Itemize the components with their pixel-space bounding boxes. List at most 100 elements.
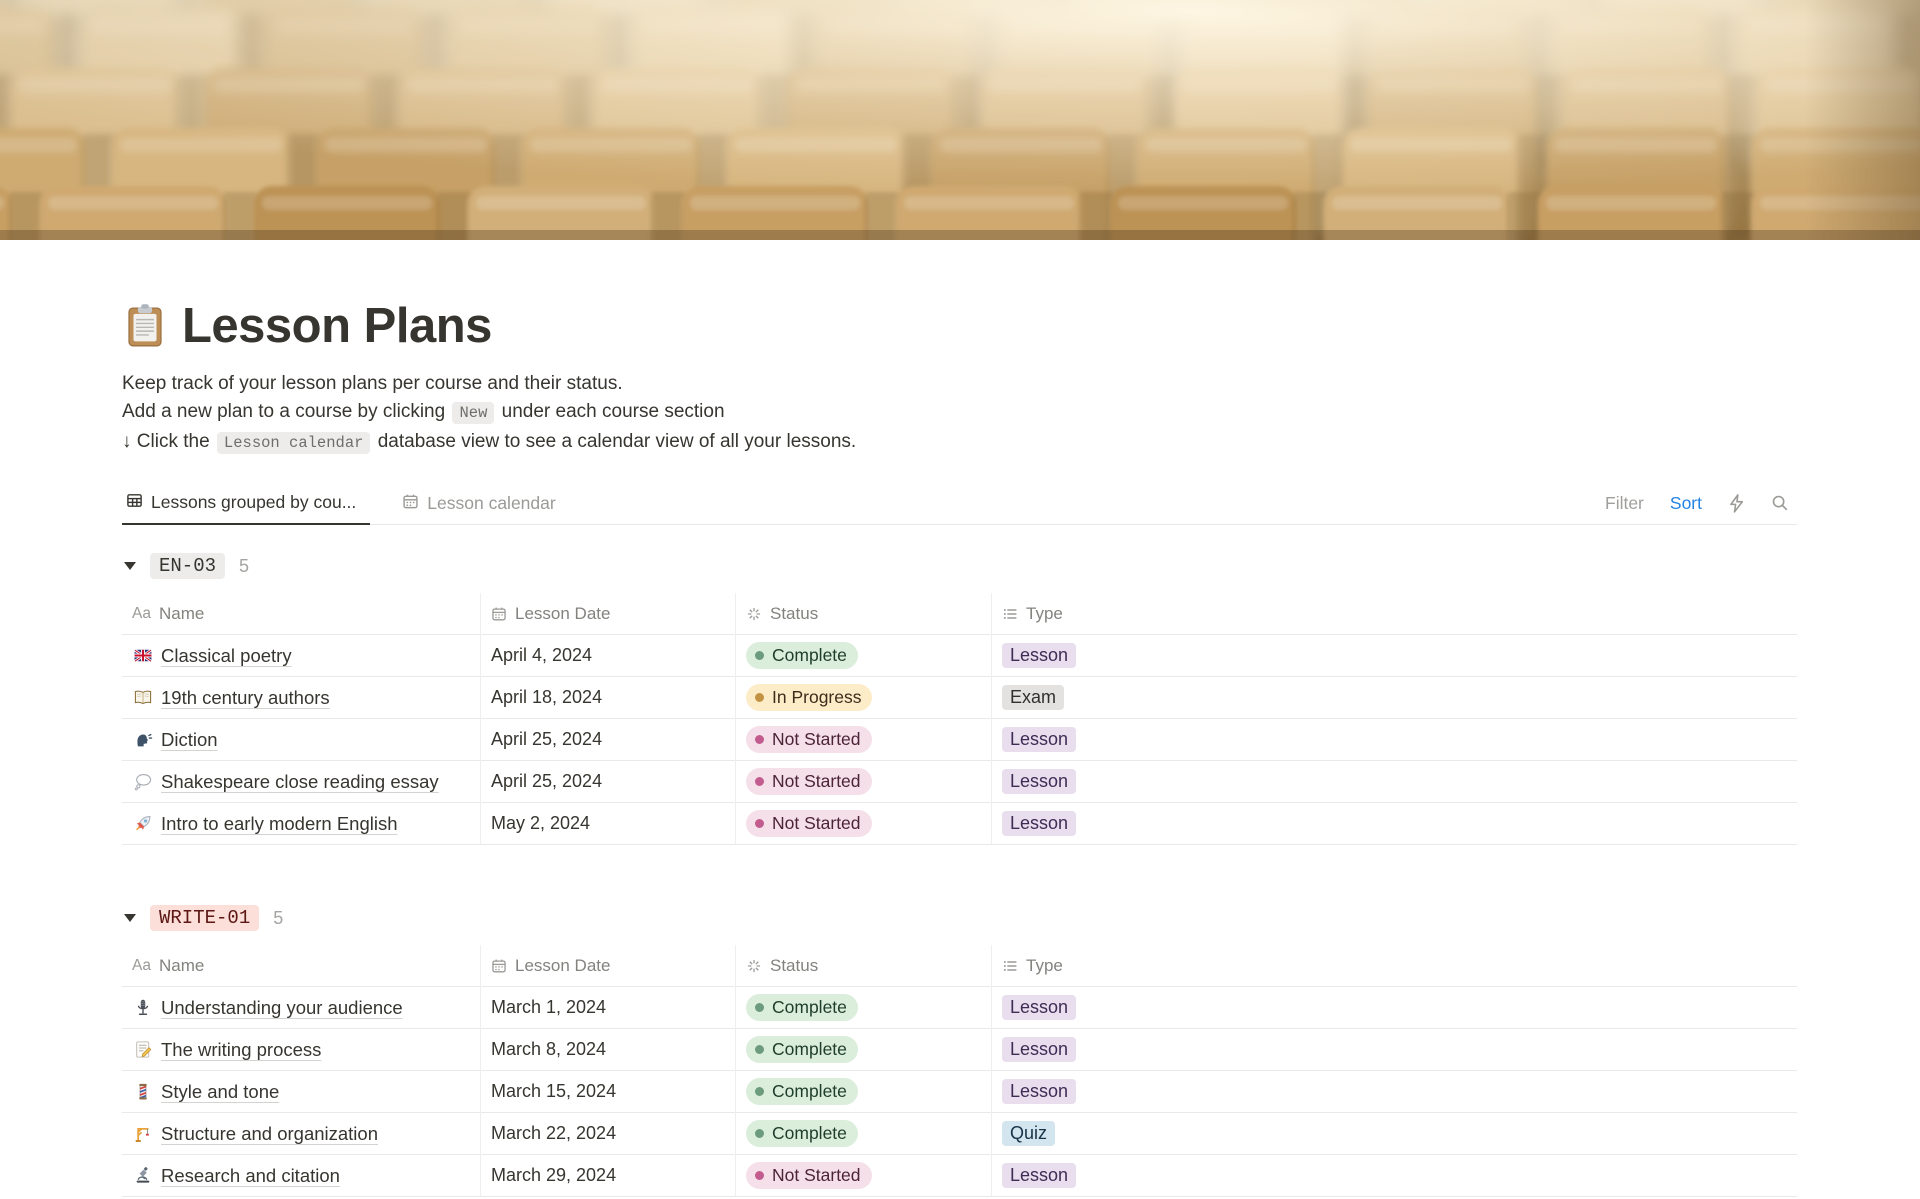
name-cell[interactable]: Structure and organization <box>122 1112 481 1155</box>
lesson-date: March 15, 2024 <box>491 1081 617 1101</box>
type-cell[interactable]: Lesson <box>992 1155 1797 1197</box>
lesson-title-link[interactable]: Research and citation <box>161 1165 340 1187</box>
column-header-type[interactable]: Type <box>992 945 1797 987</box>
name-cell[interactable]: 19th century authors <box>122 676 481 719</box>
lesson-title-link[interactable]: Structure and organization <box>161 1123 378 1145</box>
microphone-icon <box>132 998 154 1017</box>
status-cell[interactable]: Not Started <box>736 1154 992 1197</box>
type-badge[interactable]: Lesson <box>1002 811 1077 836</box>
type-cell[interactable]: Lesson <box>992 761 1797 803</box>
status-badge[interactable]: Complete <box>746 1036 858 1063</box>
column-header-status[interactable]: Status <box>736 592 992 635</box>
collapse-toggle-icon[interactable] <box>124 562 136 570</box>
status-cell[interactable]: Complete <box>736 1028 992 1071</box>
lesson-date-cell[interactable]: April 25, 2024 <box>481 760 736 803</box>
lesson-date-cell[interactable]: April 18, 2024 <box>481 676 736 719</box>
status-badge[interactable]: Complete <box>746 994 858 1021</box>
status-cell[interactable]: Complete <box>736 634 992 677</box>
type-cell[interactable]: Lesson <box>992 987 1797 1029</box>
type-badge[interactable]: Lesson <box>1002 995 1077 1020</box>
status-badge[interactable]: Not Started <box>746 810 872 837</box>
lesson-date-cell[interactable]: April 4, 2024 <box>481 634 736 677</box>
name-cell[interactable]: Understanding your audience <box>122 986 481 1029</box>
type-cell[interactable]: Lesson <box>992 1029 1797 1071</box>
lesson-title-link[interactable]: Style and tone <box>161 1081 279 1103</box>
lesson-title-link[interactable]: 19th century authors <box>161 687 330 709</box>
column-header-status[interactable]: Status <box>736 944 992 987</box>
lesson-date-cell[interactable]: May 2, 2024 <box>481 802 736 845</box>
collapse-toggle-icon[interactable] <box>124 914 136 922</box>
lesson-date-cell[interactable]: March 15, 2024 <box>481 1070 736 1113</box>
type-cell[interactable]: Exam <box>992 677 1797 719</box>
status-cell[interactable]: Not Started <box>736 802 992 845</box>
type-cell[interactable]: Lesson <box>992 1071 1797 1113</box>
column-header-name[interactable]: Aa Name <box>122 592 481 635</box>
lesson-date-cell[interactable]: March 29, 2024 <box>481 1154 736 1197</box>
filter-button[interactable]: Filter <box>1605 493 1644 514</box>
open-book-icon <box>132 688 154 707</box>
lesson-date-cell[interactable]: March 22, 2024 <box>481 1112 736 1155</box>
table-row: Style and tone March 15, 2024 Complete Less… <box>122 1070 1797 1113</box>
search-icon[interactable] <box>1771 494 1789 512</box>
name-cell[interactable]: Research and citation <box>122 1154 481 1197</box>
name-cell[interactable]: The writing process <box>122 1028 481 1071</box>
type-badge[interactable]: Exam <box>1002 685 1065 710</box>
type-cell[interactable]: Lesson <box>992 803 1797 845</box>
status-badge[interactable]: Complete <box>746 1120 858 1147</box>
type-cell[interactable]: Quiz <box>992 1113 1797 1155</box>
lesson-title-link[interactable]: Intro to early modern English <box>161 813 398 835</box>
type-badge[interactable]: Lesson <box>1002 1163 1077 1188</box>
name-cell[interactable]: Style and tone <box>122 1070 481 1113</box>
sort-button[interactable]: Sort <box>1670 493 1702 514</box>
group-badge[interactable]: EN-03 <box>150 553 226 579</box>
status-badge[interactable]: Not Started <box>746 726 872 753</box>
lesson-title-link[interactable]: Diction <box>161 729 218 751</box>
type-badge[interactable]: Lesson <box>1002 769 1077 794</box>
type-badge[interactable]: Quiz <box>1002 1121 1056 1146</box>
type-badge[interactable]: Lesson <box>1002 643 1077 668</box>
lesson-title-link[interactable]: Shakespeare close reading essay <box>161 771 439 793</box>
status-label: Not Started <box>772 813 861 833</box>
lesson-date: April 4, 2024 <box>491 645 593 665</box>
lesson-date-cell[interactable]: April 25, 2024 <box>481 718 736 761</box>
type-badge[interactable]: Lesson <box>1002 727 1077 752</box>
status-cell[interactable]: Complete <box>736 1112 992 1155</box>
aa-icon: Aa <box>132 956 151 974</box>
status-badge[interactable]: Complete <box>746 1078 858 1105</box>
description-line-2: Add a new plan to a course by clicking N… <box>122 401 725 424</box>
name-cell[interactable]: Diction <box>122 718 481 761</box>
tab-lessons-grouped[interactable]: Lessons grouped by cou... <box>122 483 371 525</box>
lesson-title-link[interactable]: Understanding your audience <box>161 997 403 1019</box>
name-cell[interactable]: Classical poetry <box>122 634 481 677</box>
status-cell[interactable]: Complete <box>736 986 992 1029</box>
column-header-lesson-date[interactable]: Lesson Date <box>481 944 736 987</box>
status-dot-icon <box>755 1003 764 1012</box>
lesson-date-cell[interactable]: March 1, 2024 <box>481 986 736 1029</box>
column-header-name[interactable]: Aa Name <box>122 944 481 987</box>
status-cell[interactable]: Complete <box>736 1070 992 1113</box>
status-cell[interactable]: Not Started <box>736 718 992 761</box>
lesson-date-cell[interactable]: March 8, 2024 <box>481 1028 736 1071</box>
group-badge[interactable]: WRITE-01 <box>150 905 260 931</box>
type-badge[interactable]: Lesson <box>1002 1079 1077 1104</box>
status-badge[interactable]: Not Started <box>746 768 872 795</box>
name-cell[interactable]: Intro to early modern English <box>122 802 481 845</box>
status-badge[interactable]: In Progress <box>746 684 873 711</box>
name-cell[interactable]: Shakespeare close reading essay <box>122 760 481 803</box>
type-cell[interactable]: Lesson <box>992 719 1797 761</box>
lesson-date: March 29, 2024 <box>491 1165 617 1185</box>
lesson-title-link[interactable]: The writing process <box>161 1039 321 1061</box>
lightning-icon[interactable] <box>1728 493 1745 513</box>
type-badge[interactable]: Lesson <box>1002 1037 1077 1062</box>
status-cell[interactable]: Not Started <box>736 760 992 803</box>
tab-lesson-calendar[interactable]: Lesson calendar <box>398 483 559 525</box>
column-header-lesson-date[interactable]: Lesson Date <box>481 592 736 635</box>
type-cell[interactable]: Lesson <box>992 635 1797 677</box>
new-button-chip: New <box>452 402 495 424</box>
column-header-type[interactable]: Type <box>992 593 1797 635</box>
status-badge[interactable]: Not Started <box>746 1162 872 1189</box>
lesson-title-link[interactable]: Classical poetry <box>161 645 292 667</box>
status-cell[interactable]: In Progress <box>736 676 992 719</box>
status-badge[interactable]: Complete <box>746 642 858 669</box>
status-label: Complete <box>772 1039 847 1059</box>
